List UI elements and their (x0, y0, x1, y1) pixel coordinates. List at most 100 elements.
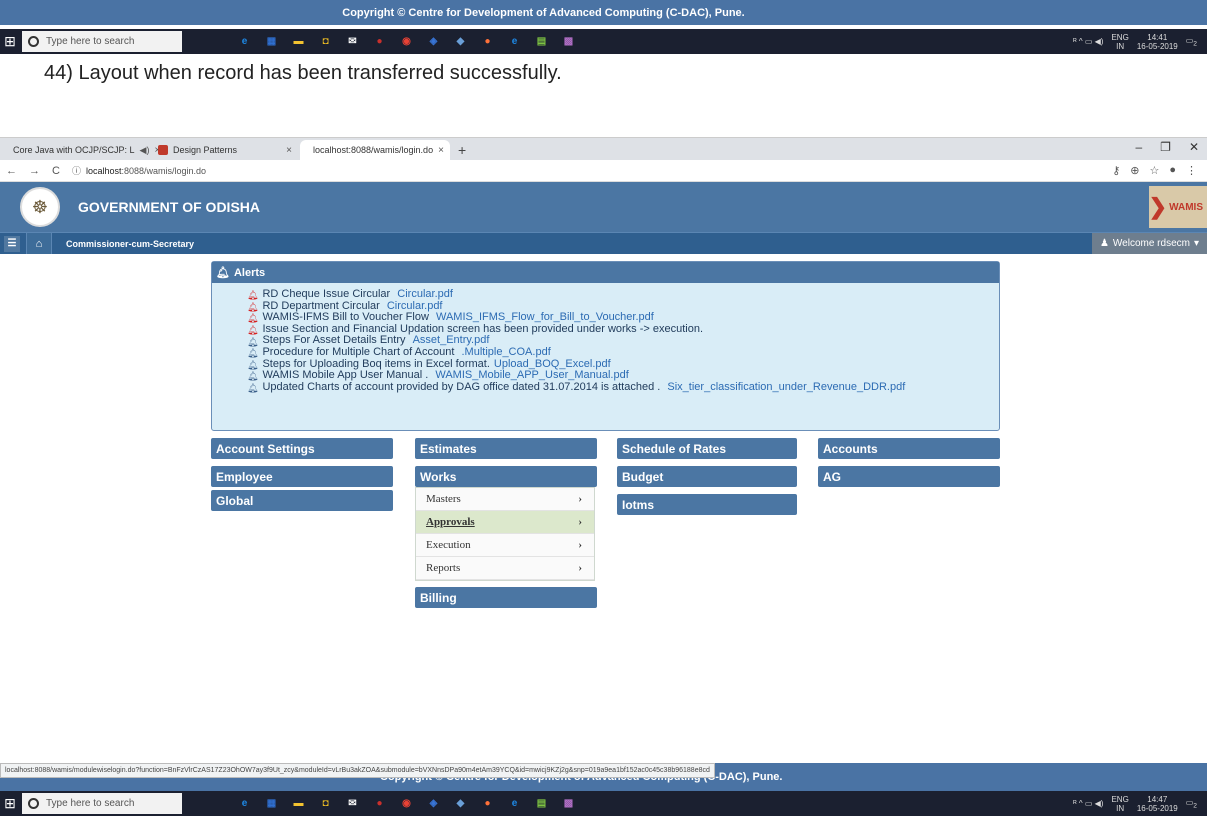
alert-link[interactable]: WAMIS_Mobile_APP_User_Manual.pdf (435, 370, 628, 382)
address-toolbar: ← → C ⓘ localhost:8088/wamis/login.do ⚷ … (0, 160, 1207, 182)
box-icon[interactable]: ◆ (452, 33, 469, 50)
bag-icon[interactable]: ◘ (317, 33, 334, 50)
tray-icons[interactable]: ᴿ ^ ▭ ◀) (1073, 799, 1103, 808)
module-works[interactable]: Works (415, 466, 597, 487)
box-icon[interactable]: ◆ (452, 795, 469, 812)
tray-clock[interactable]: 14:47 16-05-2019 (1137, 795, 1178, 813)
forward-icon[interactable]: → (29, 165, 40, 177)
module-estimates[interactable]: Estimates (415, 438, 597, 459)
edge-icon[interactable]: e (506, 33, 523, 50)
module-billing[interactable]: Billing (415, 587, 597, 608)
alert-link[interactable]: Six_tier_classification_under_Revenue_DD… (667, 381, 905, 394)
notes-icon[interactable]: ▤ (533, 33, 550, 50)
taskbar-search-placeholder: Type here to search (46, 798, 135, 809)
module-ag[interactable]: AG (818, 466, 1000, 487)
reload-icon[interactable]: C (52, 165, 60, 177)
close-tab-icon[interactable]: × (438, 145, 444, 156)
misc-icon[interactable]: ▩ (560, 33, 577, 50)
ie-icon[interactable]: e (236, 33, 253, 50)
shield-icon[interactable]: ● (371, 33, 388, 50)
home-icon[interactable]: ⌂ (26, 232, 52, 255)
notification-icon[interactable]: ▭2 (1186, 36, 1197, 48)
tray-language[interactable]: ENG IN (1111, 33, 1128, 51)
taskbar-search-box[interactable]: Type here to search (22, 793, 182, 814)
network-icon[interactable]: ◈ (425, 33, 442, 50)
back-icon[interactable]: ← (6, 165, 17, 177)
status-url: localhost:8088/wamis/modulewiselogin.do?… (0, 763, 715, 778)
alerts-list: 🔔︎ RD Cheque Issue Circular Circular.pdf 🔔… (212, 283, 999, 393)
browser-tab-design-patterns[interactable]: Design Patterns × (150, 140, 300, 160)
tray-clock[interactable]: 14:41 16-05-2019 (1137, 33, 1178, 51)
close-window-icon[interactable]: ✕ (1189, 140, 1199, 154)
works-menu-reports[interactable]: Reports › (416, 557, 594, 580)
module-budget[interactable]: Budget (617, 466, 797, 487)
firefox-icon[interactable]: ● (479, 795, 496, 812)
shield-icon[interactable]: ● (371, 795, 388, 812)
tray-language[interactable]: ENG IN (1111, 795, 1128, 813)
store-icon[interactable]: ▦ (263, 795, 280, 812)
module-global[interactable]: Global (211, 490, 393, 511)
edge-icon[interactable]: e (506, 795, 523, 812)
network-icon[interactable]: ◈ (425, 795, 442, 812)
alerts-header: 🔔︎ Alerts (212, 262, 999, 283)
firefox-icon[interactable]: ● (479, 33, 496, 50)
works-menu-masters[interactable]: Masters › (416, 488, 594, 511)
windows-start-icon[interactable]: ⊞ (0, 29, 20, 54)
zoom-icon[interactable]: ⊕ (1130, 164, 1139, 177)
menu-toggle-icon[interactable]: ☰ (4, 235, 20, 252)
top-copyright-bar: Copyright © Centre for Development of Ad… (0, 0, 1207, 25)
audio-icon: ◀) (139, 144, 150, 155)
profile-icon[interactable]: ● (1169, 164, 1176, 177)
close-tab-icon[interactable]: × (286, 145, 292, 156)
minimize-icon[interactable]: – (1135, 140, 1142, 154)
alert-link[interactable]: .Multiple_COA.pdf (461, 346, 550, 359)
star-icon[interactable]: ☆ (1149, 164, 1159, 177)
alert-link[interactable]: Circular.pdf (397, 288, 453, 301)
taskbar-search-box[interactable]: Type here to search (22, 31, 182, 52)
chrome-icon[interactable]: ◉ (398, 795, 415, 812)
chrome-icon[interactable]: ◉ (398, 33, 415, 50)
alert-item: 🔔︎ Updated Charts of account provided by … (247, 380, 999, 394)
ie-icon[interactable]: e (236, 795, 253, 812)
chevron-right-icon: › (578, 516, 582, 528)
notes-icon[interactable]: ▤ (533, 795, 550, 812)
welcome-dropdown[interactable]: ♟ Welcome rdsecm ▾ (1091, 232, 1207, 255)
alert-item: 🔔︎ RD Cheque Issue Circular Circular.pdf (247, 288, 999, 301)
chevron-right-icon: › (578, 539, 582, 551)
folder-icon[interactable]: ▬ (290, 795, 307, 812)
bell-icon: 🔔︎ (247, 371, 259, 382)
bell-icon: 🔔︎ (216, 267, 230, 279)
top-copyright-text: Copyright © Centre for Development of Ad… (342, 6, 745, 19)
menu-dots-icon[interactable]: ⋮ (1186, 164, 1197, 177)
notification-icon[interactable]: ▭2 (1186, 798, 1197, 810)
module-employee[interactable]: Employee (211, 466, 393, 487)
tray-icons[interactable]: ᴿ ^ ▭ ◀) (1073, 37, 1103, 46)
alert-text: Updated Charts of account provided by DA… (262, 380, 664, 393)
works-menu-execution[interactable]: Execution › (416, 534, 594, 557)
browser-tab-java[interactable]: Core Java with OCJP/SCJP: L ◀) × (0, 140, 160, 160)
bottom-copyright-bar: Copyright © Centre for Development of Ad… (0, 763, 1207, 791)
bell-icon: 🔔︎ (247, 336, 259, 347)
top-taskbar: ⊞ Type here to search e ▦ ▬ ◘ ✉ ● ◉ ◈ ◆ ● e ▤ ▩ ᴿ ^ … (0, 29, 1207, 54)
restore-icon[interactable]: ❐ (1160, 140, 1171, 154)
module-schedule-of-rates[interactable]: Schedule of Rates (617, 438, 797, 459)
misc-icon[interactable]: ▩ (560, 795, 577, 812)
module-account-settings[interactable]: Account Settings (211, 438, 393, 459)
alert-text: Procedure for Multiple Chart of Account (262, 345, 458, 358)
window-controls: – ❐ ✕ (1135, 140, 1199, 154)
mail-icon[interactable]: ✉ (344, 795, 361, 812)
store-icon[interactable]: ▦ (263, 33, 280, 50)
windows-start-icon[interactable]: ⊞ (0, 791, 20, 816)
taskbar-search-placeholder: Type here to search (46, 36, 135, 47)
works-menu-approvals[interactable]: Approvals › (416, 511, 594, 534)
bag-icon[interactable]: ◘ (317, 795, 334, 812)
address-bar[interactable]: ⓘ localhost:8088/wamis/login.do (72, 164, 206, 177)
bell-icon: 🔔︎ (247, 383, 259, 394)
browser-tab-wamis[interactable]: localhost:8088/wamis/login.do × (300, 140, 450, 160)
folder-icon[interactable]: ▬ (290, 33, 307, 50)
key-icon[interactable]: ⚷ (1112, 164, 1120, 177)
mail-icon[interactable]: ✉ (344, 33, 361, 50)
module-iotms[interactable]: Iotms (617, 494, 797, 515)
new-tab-button[interactable]: + (450, 140, 474, 160)
module-accounts[interactable]: Accounts (818, 438, 1000, 459)
